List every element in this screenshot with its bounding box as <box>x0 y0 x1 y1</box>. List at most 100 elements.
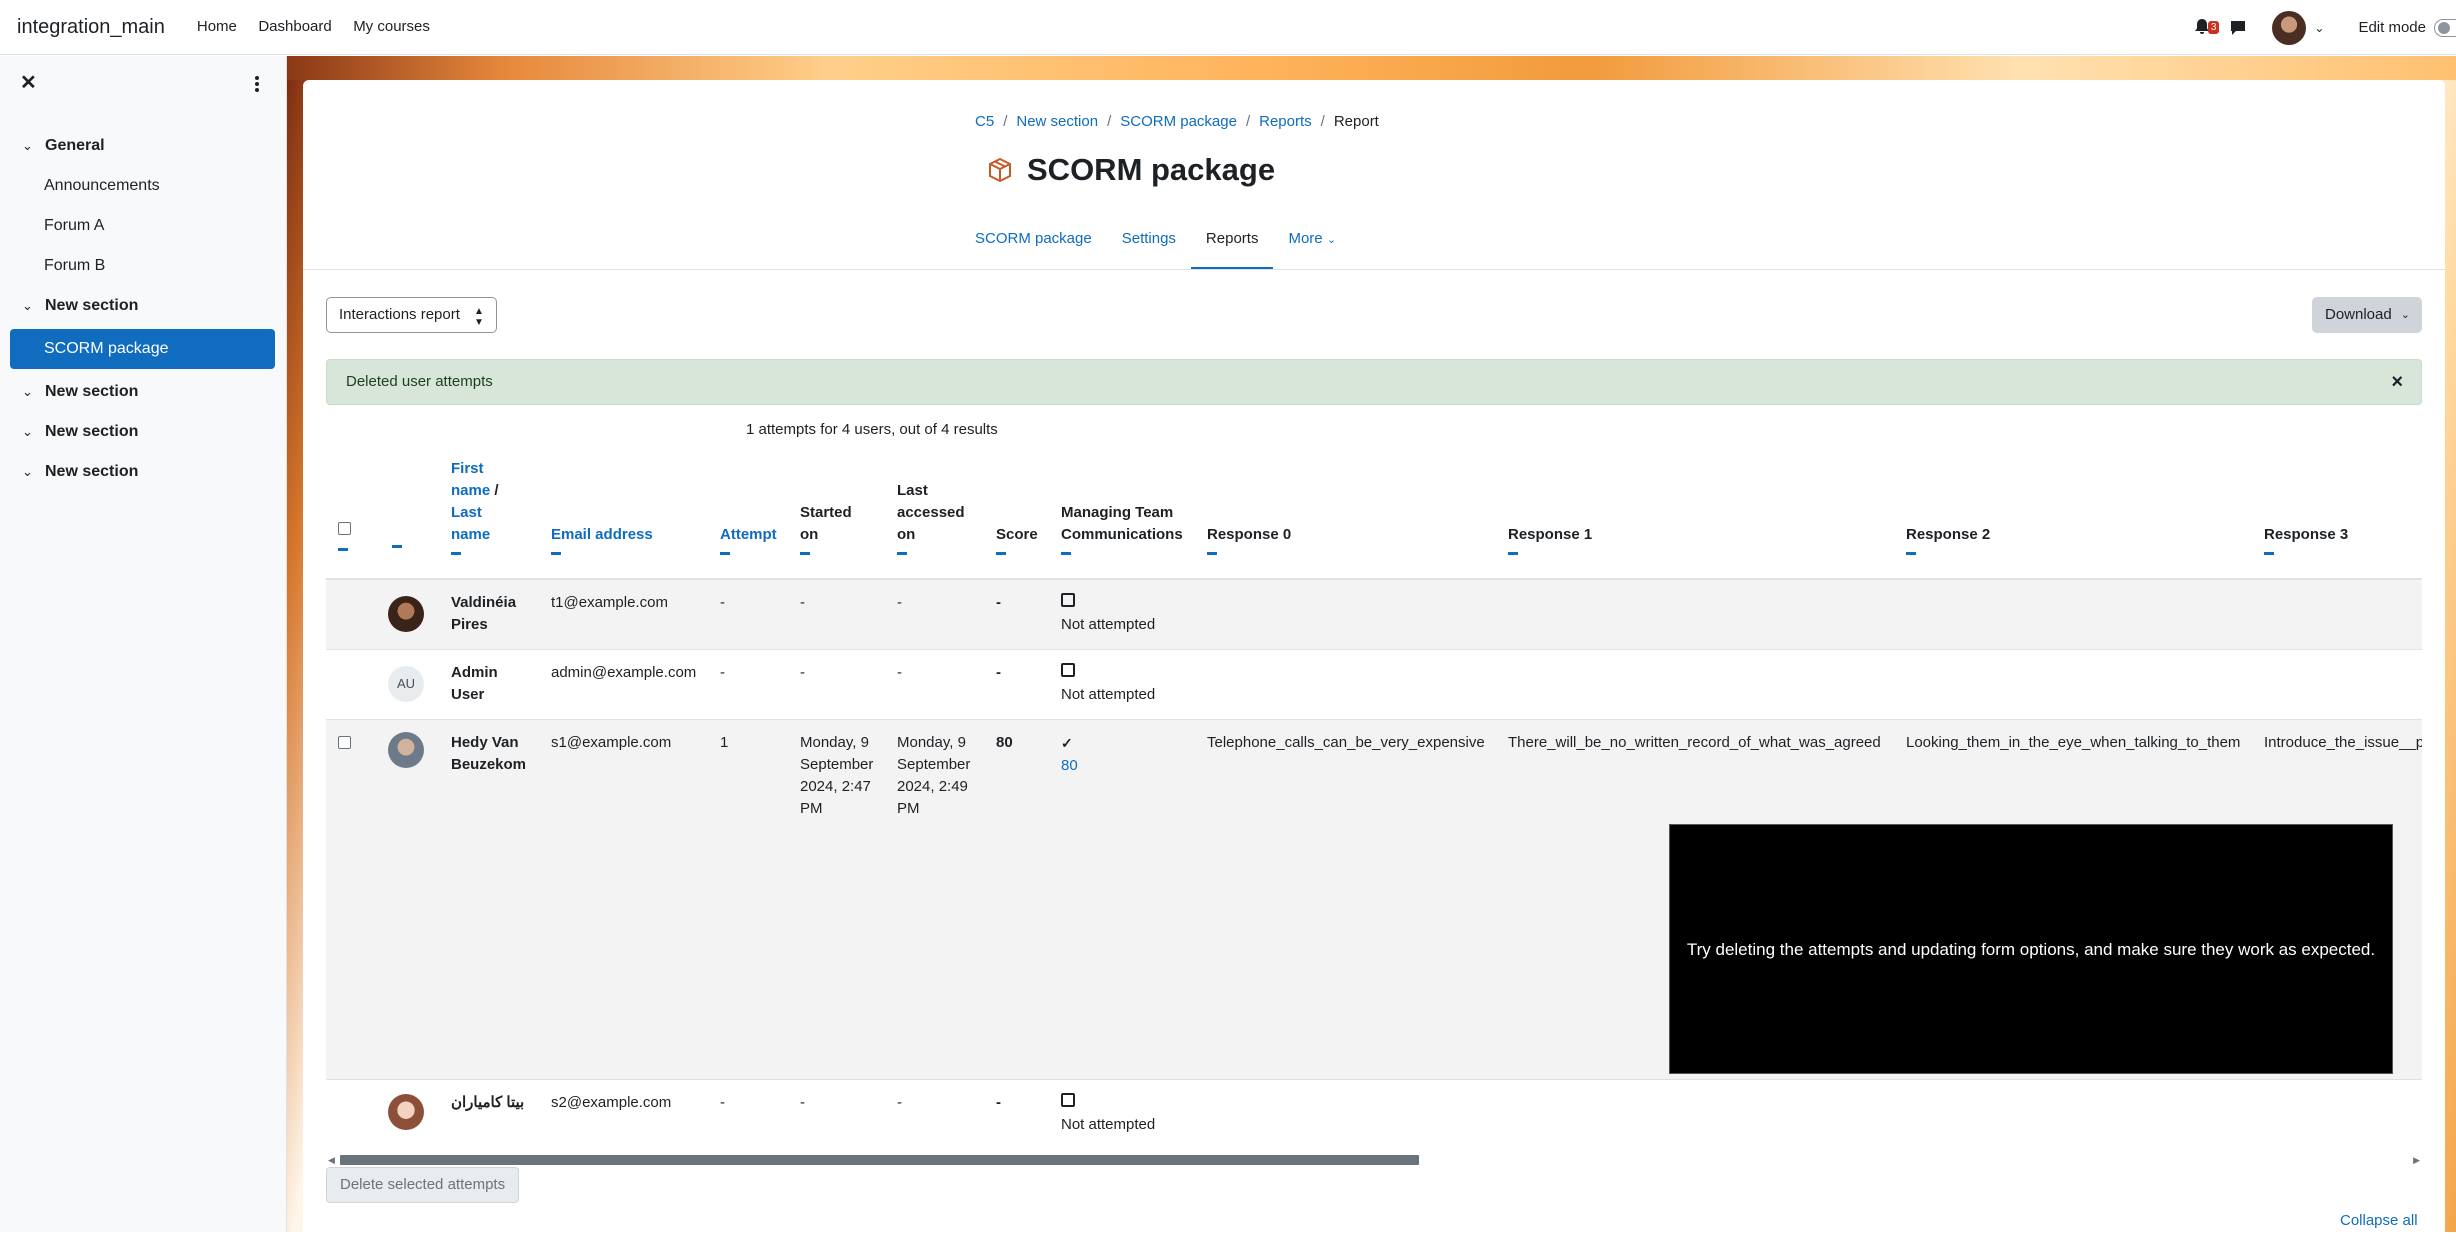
collapse-icon[interactable] <box>451 552 461 555</box>
report-type-select[interactable]: Interactions report ▲ ▼ <box>326 297 497 333</box>
name-column-header: First name / Last name <box>451 458 505 555</box>
response-2-value: Looking_them_in_the_eye_when_talking_to_… <box>1906 734 2241 751</box>
select-all-checkbox[interactable] <box>338 522 351 535</box>
nav-my-courses[interactable]: My courses <box>353 18 430 35</box>
course-item-scorm-package[interactable]: SCORM package <box>10 329 275 369</box>
avatar[interactable]: AU <box>388 666 424 702</box>
collapse-icon[interactable] <box>897 552 907 555</box>
not-attempted-icon <box>1061 1093 1075 1107</box>
nav-home[interactable]: Home <box>197 18 237 35</box>
delete-selected-attempts-button[interactable]: Delete selected attempts <box>326 1167 520 1203</box>
kebab-menu-icon[interactable] <box>255 76 259 94</box>
chat-icon[interactable] <box>2228 18 2248 38</box>
started-value: Monday, 9 September 2024, 2:47 PM <box>800 734 874 817</box>
user-name-link[interactable]: Hedy Van Beuzekom <box>451 732 536 776</box>
collapse-icon[interactable] <box>720 552 730 555</box>
collapse-icon[interactable] <box>996 552 1006 555</box>
site-name[interactable]: integration_main <box>17 16 165 39</box>
sort-first-name[interactable]: First name <box>451 460 490 499</box>
tab-reports[interactable]: Reports <box>1190 220 1274 270</box>
chevron-down-icon[interactable]: ⌄ <box>2314 21 2324 35</box>
collapse-icon[interactable] <box>1508 552 1518 555</box>
attempt-value: - <box>720 1094 725 1111</box>
breadcrumb-current: Report <box>1333 113 1379 130</box>
collapse-icon[interactable] <box>1906 552 1916 555</box>
chevron-down-icon[interactable]: ⌄ <box>22 464 38 480</box>
chevron-down-icon[interactable]: ⌄ <box>22 298 38 314</box>
status-cell: ✓ 80 <box>1061 732 1078 777</box>
status-score-link[interactable]: 80 <box>1061 757 1078 774</box>
breadcrumb-section[interactable]: New section <box>1016 113 1098 130</box>
download-label[interactable]: Download <box>2325 306 2392 323</box>
avatar[interactable] <box>388 596 424 632</box>
close-icon[interactable]: × <box>2391 360 2403 404</box>
accessed-value: Monday, 9 September 2024, 2:49 PM <box>897 734 971 817</box>
avatar[interactable] <box>388 732 424 768</box>
attempt-link[interactable]: 1 <box>720 732 728 754</box>
course-item-forum-a[interactable]: Forum A <box>0 206 287 246</box>
chevron-down-icon[interactable]: ⌄ <box>22 138 38 154</box>
not-attempted-icon <box>1061 663 1075 677</box>
user-email: s2@example.com <box>551 1094 672 1111</box>
collapse-icon[interactable] <box>338 548 348 551</box>
sort-email[interactable]: Email address <box>551 526 653 543</box>
scroll-left-icon[interactable]: ◀ <box>328 1154 335 1166</box>
collapse-icon[interactable] <box>392 545 402 548</box>
breadcrumb-activity[interactable]: SCORM package <box>1120 113 1237 130</box>
tab-settings[interactable]: Settings <box>1107 220 1191 270</box>
collapse-icon[interactable] <box>2264 552 2274 555</box>
close-icon[interactable]: ✕ <box>20 70 37 95</box>
scroll-right-icon[interactable]: ▶ <box>2413 1154 2420 1166</box>
sort-last-name[interactable]: Last name <box>451 504 490 543</box>
section-title[interactable]: New section <box>45 297 138 315</box>
breadcrumb-reports[interactable]: Reports <box>1259 113 1312 130</box>
user-avatar[interactable] <box>2272 10 2307 45</box>
section-title[interactable]: New section <box>45 383 138 401</box>
tab-more-label[interactable]: More <box>1288 230 1322 247</box>
collapse-icon[interactable] <box>551 552 561 555</box>
horizontal-scrollbar[interactable]: ◀ ▶ <box>326 1154 2422 1166</box>
table-row: Valdinéia Pires t1@example.com - - - - N… <box>326 580 2422 650</box>
alert-message: Deleted user attempts <box>346 373 493 390</box>
score-header-label: Score <box>996 526 1038 543</box>
avatar[interactable] <box>388 1094 424 1130</box>
report-type-value[interactable]: Interactions report <box>339 306 460 323</box>
download-button[interactable]: Download ⌄ <box>2312 297 2422 333</box>
scrollbar-thumb[interactable] <box>340 1155 1419 1165</box>
course-section-new-3[interactable]: ⌄ New section <box>0 412 287 452</box>
course-section-new-1[interactable]: ⌄ New section <box>0 286 287 326</box>
row-select-checkbox[interactable] <box>338 736 351 749</box>
course-item-announcements[interactable]: Announcements <box>0 166 287 206</box>
collapse-all-link[interactable]: Collapse all <box>2340 1212 2418 1229</box>
tab-scorm-package[interactable]: SCORM package <box>960 220 1107 270</box>
status-cell: Not attempted <box>1061 592 1155 636</box>
user-name-link[interactable]: Valdinéia Pires <box>451 592 531 636</box>
notifications-button[interactable]: 3 <box>2192 17 2220 39</box>
collapse-icon[interactable] <box>1207 552 1217 555</box>
response-3-value: Introduce_the_issue__p <box>2264 734 2422 751</box>
chevron-down-icon[interactable]: ⌄ <box>1327 234 1336 246</box>
chevron-down-icon[interactable]: ⌄ <box>2401 297 2410 333</box>
sort-attempt[interactable]: Attempt <box>720 526 777 543</box>
tab-more[interactable]: More ⌄ <box>1273 220 1351 270</box>
section-title[interactable]: General <box>45 137 105 155</box>
edit-mode-toggle[interactable] <box>2434 18 2456 37</box>
course-section-new-2[interactable]: ⌄ New section <box>0 372 287 412</box>
user-name-link[interactable]: Admin User <box>451 662 531 706</box>
user-name-link[interactable]: بیتا کامیاران <box>451 1092 524 1114</box>
attempts-summary: 1 attempts for 4 users, out of 4 results <box>746 421 998 438</box>
collapse-icon[interactable] <box>1061 552 1071 555</box>
user-email: t1@example.com <box>551 594 668 611</box>
section-title[interactable]: New section <box>45 423 138 441</box>
nav-dashboard[interactable]: Dashboard <box>258 18 331 35</box>
chevron-down-icon[interactable]: ⌄ <box>22 424 38 440</box>
course-item-forum-b[interactable]: Forum B <box>0 246 287 286</box>
chevron-down-icon[interactable]: ⌄ <box>22 384 38 400</box>
breadcrumb-course[interactable]: C5 <box>975 113 994 130</box>
collapse-icon[interactable] <box>800 552 810 555</box>
attempt-value: - <box>720 664 725 681</box>
course-section-general[interactable]: ⌄ General <box>0 126 287 166</box>
select-arrows-icon[interactable]: ▲ ▼ <box>474 298 484 328</box>
course-section-new-4[interactable]: ⌄ New section <box>0 452 287 492</box>
section-title[interactable]: New section <box>45 463 138 481</box>
